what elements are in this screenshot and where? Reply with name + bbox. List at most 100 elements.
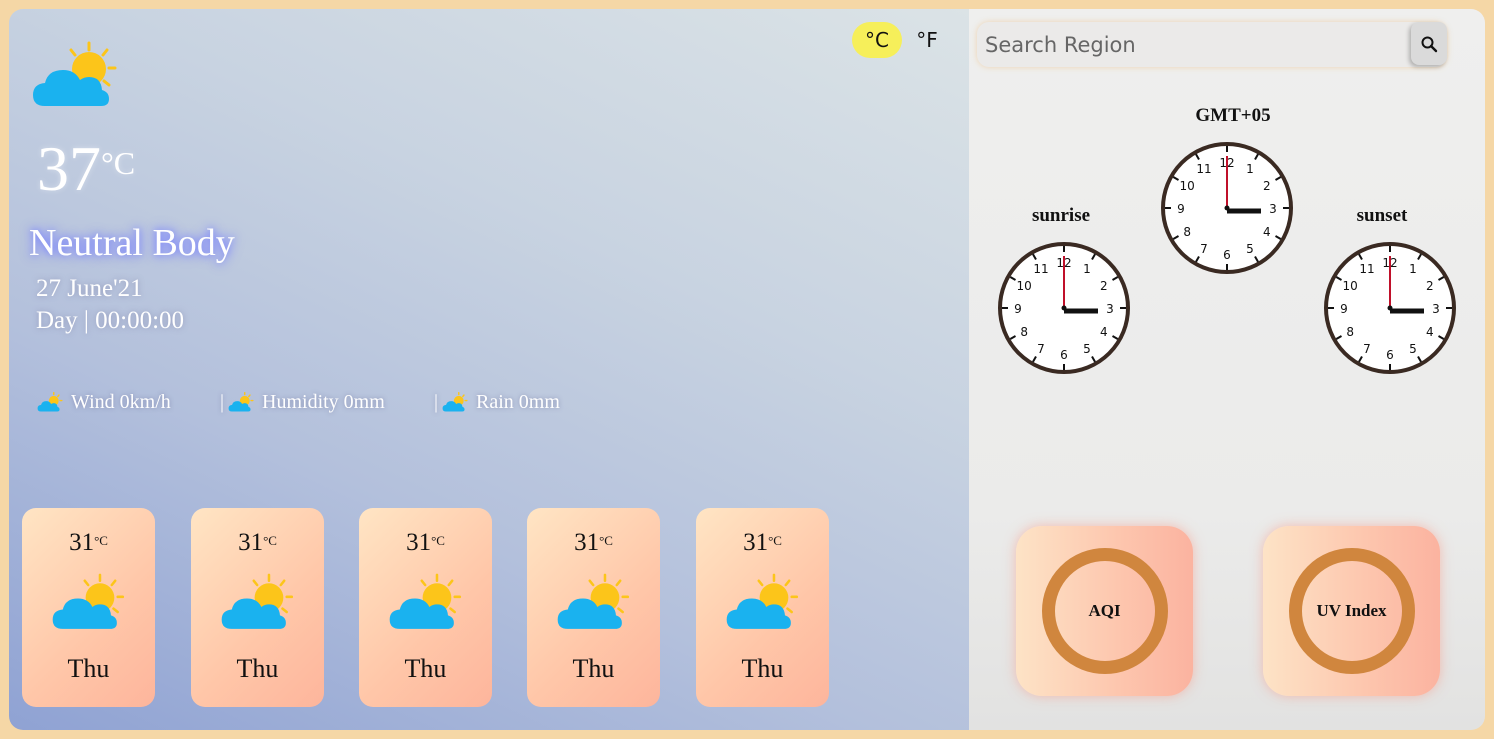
sunrise-clock: 121234567891011	[996, 240, 1132, 376]
clock-number: 9	[1014, 302, 1022, 316]
forecast-temp-value: 31	[743, 529, 769, 556]
clock-number: 10	[1343, 279, 1358, 293]
forecast-temp-value: 31	[238, 529, 264, 556]
wind-value: Wind 0km/h	[71, 391, 171, 413]
clock-number: 11	[1359, 262, 1374, 276]
forecast-card[interactable]: 31°C Thu	[191, 508, 324, 707]
separator: |	[434, 391, 439, 413]
humidity-stat: | Humidity 0mm	[220, 391, 385, 414]
search-button[interactable]	[1411, 22, 1447, 65]
clock-number: 1	[1246, 162, 1254, 176]
wind-stat: Wind 0km/h	[37, 391, 171, 414]
partly-cloudy-icon	[37, 391, 63, 412]
forecast-temp-unit: °C	[431, 533, 445, 548]
clock-number: 3	[1432, 302, 1440, 316]
aqi-card[interactable]: AQI	[1016, 526, 1193, 696]
clock-number: 8	[1020, 325, 1028, 339]
clock-center	[1387, 305, 1393, 311]
clock-number: 10	[1180, 179, 1195, 193]
clock-number: 2	[1100, 279, 1108, 293]
forecast-day: Thu	[404, 654, 447, 683]
clock-number: 11	[1196, 162, 1211, 176]
forecast-temp-unit: °C	[599, 533, 613, 548]
sunrise-label: sunrise	[1031, 205, 1091, 226]
rain-stat: | Rain 0mm	[434, 391, 560, 414]
partly-cloudy-icon	[33, 41, 117, 106]
current-temperature: 37°C	[37, 137, 135, 201]
time-text: Day | 00:00:00	[36, 307, 185, 334]
clock-number: 7	[1363, 342, 1371, 356]
clock-number: 11	[1033, 262, 1048, 276]
forecast-card[interactable]: 31°C Thu	[696, 508, 829, 707]
aqi-ring: AQI	[1041, 548, 1168, 674]
separator: |	[220, 391, 225, 413]
date-text: 27 June'21	[36, 275, 143, 302]
forecast-temp: 31°C	[359, 529, 492, 557]
humidity-value: Humidity 0mm	[262, 391, 385, 413]
clock-number: 2	[1426, 279, 1434, 293]
fahrenheit-button[interactable]: °F	[902, 22, 952, 58]
clock-number: 8	[1183, 225, 1191, 239]
condition-text: Neutral Body	[29, 222, 235, 264]
clock-number: 7	[1200, 242, 1208, 256]
partly-cloudy-icon	[442, 391, 468, 412]
clock-number: 9	[1177, 202, 1185, 216]
partly-cloudy-icon	[221, 573, 294, 629]
forecast-card[interactable]: 31°C Thu	[22, 508, 155, 707]
partly-cloudy-icon	[726, 573, 799, 629]
timezone-label: GMT+05	[1195, 105, 1271, 126]
clock-number: 2	[1263, 179, 1271, 193]
uv-index-label: UV Index	[1316, 601, 1387, 620]
clock-number: 8	[1346, 325, 1354, 339]
forecast-temp-value: 31	[69, 529, 95, 556]
forecast-temp: 31°C	[696, 529, 829, 557]
forecast-temp-unit: °C	[768, 533, 782, 548]
forecast-temp: 31°C	[191, 529, 324, 557]
uv-ring: UV Index	[1288, 548, 1415, 674]
forecast-temp-unit: °C	[263, 533, 277, 548]
clock-number: 6	[1223, 248, 1231, 262]
clock-icon: 121234567891011	[998, 242, 1130, 374]
clock-number: 4	[1100, 325, 1108, 339]
clock-number: 3	[1106, 302, 1114, 316]
forecast-card[interactable]: 31°C Thu	[527, 508, 660, 707]
partly-cloudy-icon	[389, 573, 462, 629]
forecast-temp: 31°C	[527, 529, 660, 557]
clock-number: 6	[1060, 348, 1068, 362]
clock-number: 5	[1083, 342, 1091, 356]
clock-number: 7	[1037, 342, 1045, 356]
uv-index-card[interactable]: UV Index	[1263, 526, 1440, 696]
timezone-clock: 121234567891011	[1159, 140, 1295, 276]
unit-toggle: °C °F	[852, 22, 952, 58]
clock-number: 6	[1386, 348, 1394, 362]
partly-cloudy-icon	[557, 573, 630, 629]
forecast-day: Thu	[67, 654, 110, 683]
weather-app: 37°C Neutral Body 27 June'21 Day | 00:00…	[9, 9, 1485, 730]
celsius-button[interactable]: °C	[852, 22, 902, 58]
clock-number: 4	[1426, 325, 1434, 339]
main-panel: 37°C Neutral Body 27 June'21 Day | 00:00…	[9, 9, 969, 730]
temperature-unit: °C	[101, 145, 136, 181]
clock-number: 3	[1269, 202, 1277, 216]
forecast-temp: 31°C	[22, 529, 155, 557]
partly-cloudy-icon	[52, 573, 125, 629]
forecast-day: Thu	[741, 654, 784, 683]
clock-center	[1061, 305, 1067, 311]
search-input[interactable]	[977, 22, 1407, 67]
clock-number: 5	[1409, 342, 1417, 356]
forecast-day: Thu	[572, 654, 615, 683]
clock-number: 1	[1409, 262, 1417, 276]
rain-value: Rain 0mm	[476, 391, 560, 413]
search-icon	[1421, 36, 1438, 52]
forecast-day: Thu	[236, 654, 279, 683]
partly-cloudy-icon	[228, 391, 254, 412]
forecast-temp-value: 31	[574, 529, 600, 556]
clock-icon: 121234567891011	[1324, 242, 1456, 374]
aqi-label: AQI	[1088, 601, 1121, 620]
clock-number: 5	[1246, 242, 1254, 256]
forecast-card[interactable]: 31°C Thu	[359, 508, 492, 707]
clock-number: 4	[1263, 225, 1271, 239]
clock-center	[1224, 205, 1230, 211]
clock-number: 10	[1017, 279, 1032, 293]
clock-number: 1	[1083, 262, 1091, 276]
